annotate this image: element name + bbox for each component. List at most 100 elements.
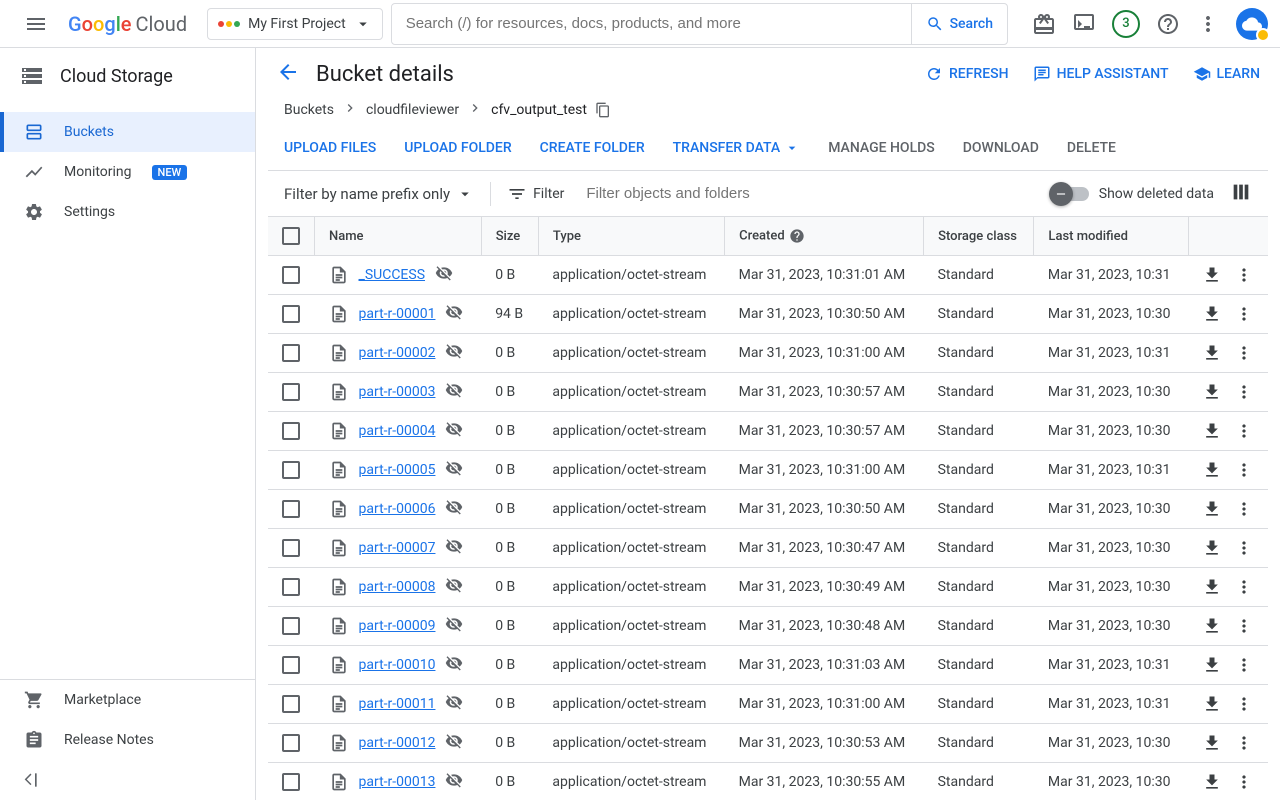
download-icon[interactable]	[1202, 616, 1222, 636]
column-display-button[interactable]	[1230, 181, 1252, 207]
filter-icon[interactable]: Filter	[507, 184, 564, 204]
col-size[interactable]: Size	[481, 217, 538, 256]
row-menu-icon[interactable]	[1234, 460, 1254, 480]
upload-files-button[interactable]: UPLOAD FILES	[284, 140, 376, 156]
object-link[interactable]: part-r-00002	[359, 345, 436, 361]
object-link[interactable]: part-r-00006	[359, 501, 436, 517]
row-menu-icon[interactable]	[1234, 538, 1254, 558]
visibility-off-icon[interactable]	[445, 615, 463, 637]
row-checkbox[interactable]	[282, 461, 300, 479]
refresh-button[interactable]: REFRESH	[925, 65, 1009, 83]
sidebar-item-monitoring[interactable]: MonitoringNEW	[0, 152, 255, 192]
gift-icon[interactable]	[1032, 12, 1056, 36]
visibility-off-icon[interactable]	[445, 693, 463, 715]
row-checkbox[interactable]	[282, 383, 300, 401]
row-checkbox[interactable]	[282, 305, 300, 323]
overflow-menu-icon[interactable]	[1196, 12, 1220, 36]
row-checkbox[interactable]	[282, 617, 300, 635]
upload-folder-button[interactable]: UPLOAD FOLDER	[404, 140, 511, 156]
visibility-off-icon[interactable]	[445, 303, 463, 325]
help-assistant-button[interactable]: HELP ASSISTANT	[1033, 65, 1169, 83]
col-created[interactable]: Created	[725, 217, 924, 256]
transfer-data-button[interactable]: TRANSFER DATA	[673, 140, 801, 156]
download-icon[interactable]	[1202, 265, 1222, 285]
visibility-off-icon[interactable]	[445, 654, 463, 676]
col-last-modified[interactable]: Last modified	[1034, 217, 1188, 256]
visibility-off-icon[interactable]	[435, 264, 453, 286]
visibility-off-icon[interactable]	[445, 576, 463, 598]
manage-holds-button[interactable]: MANAGE HOLDS	[828, 140, 935, 156]
download-icon[interactable]	[1202, 772, 1222, 792]
download-icon[interactable]	[1202, 343, 1222, 363]
row-checkbox[interactable]	[282, 500, 300, 518]
object-link[interactable]: part-r-00008	[359, 579, 436, 595]
visibility-off-icon[interactable]	[445, 459, 463, 481]
object-link[interactable]: part-r-00009	[359, 618, 436, 634]
col-name[interactable]: Name	[315, 217, 482, 256]
object-link[interactable]: part-r-00003	[359, 384, 436, 400]
visibility-off-icon[interactable]	[445, 732, 463, 754]
object-link[interactable]: part-r-00005	[359, 462, 436, 478]
google-cloud-logo[interactable]: Google Cloud	[68, 12, 187, 36]
sidebar-footer-marketplace[interactable]: Marketplace	[0, 680, 255, 720]
breadcrumb-bucket[interactable]: cloudfileviewer	[366, 102, 459, 118]
visibility-off-icon[interactable]	[445, 498, 463, 520]
download-icon[interactable]	[1202, 655, 1222, 675]
notifications-badge[interactable]: 3	[1112, 10, 1140, 38]
row-menu-icon[interactable]	[1234, 694, 1254, 714]
copy-path-icon[interactable]	[595, 102, 611, 118]
object-link[interactable]: part-r-00010	[359, 657, 436, 673]
visibility-off-icon[interactable]	[445, 381, 463, 403]
object-link[interactable]: part-r-00007	[359, 540, 436, 556]
row-checkbox[interactable]	[282, 578, 300, 596]
row-menu-icon[interactable]	[1234, 343, 1254, 363]
download-icon[interactable]	[1202, 733, 1222, 753]
visibility-off-icon[interactable]	[445, 771, 463, 793]
visibility-off-icon[interactable]	[445, 420, 463, 442]
learn-button[interactable]: LEARN	[1193, 65, 1261, 83]
object-link[interactable]: part-r-00013	[359, 774, 436, 790]
row-checkbox[interactable]	[282, 266, 300, 284]
row-menu-icon[interactable]	[1234, 577, 1254, 597]
visibility-off-icon[interactable]	[445, 537, 463, 559]
search-button[interactable]: Search	[911, 4, 1007, 44]
create-folder-button[interactable]: CREATE FOLDER	[540, 140, 645, 156]
row-checkbox[interactable]	[282, 539, 300, 557]
sidebar-footer-release-notes[interactable]: Release Notes	[0, 720, 255, 760]
row-menu-icon[interactable]	[1234, 499, 1254, 519]
download-icon[interactable]	[1202, 577, 1222, 597]
select-all-checkbox[interactable]	[282, 227, 300, 245]
download-icon[interactable]	[1202, 460, 1222, 480]
filter-prefix-dropdown[interactable]: Filter by name prefix only	[284, 185, 474, 203]
breadcrumb-root[interactable]: Buckets	[284, 102, 334, 118]
download-icon[interactable]	[1202, 421, 1222, 441]
row-menu-icon[interactable]	[1234, 616, 1254, 636]
download-icon[interactable]	[1202, 304, 1222, 324]
download-icon[interactable]	[1202, 538, 1222, 558]
row-menu-icon[interactable]	[1234, 655, 1254, 675]
object-link[interactable]: part-r-00004	[359, 423, 436, 439]
row-menu-icon[interactable]	[1234, 772, 1254, 792]
sidebar-item-buckets[interactable]: Buckets	[0, 112, 255, 152]
main-menu-button[interactable]	[12, 12, 60, 36]
visibility-off-icon[interactable]	[445, 342, 463, 364]
col-storage-class[interactable]: Storage class	[924, 217, 1034, 256]
created-help-icon[interactable]	[789, 228, 805, 244]
account-avatar[interactable]	[1236, 8, 1268, 40]
sidebar-item-settings[interactable]: Settings	[0, 192, 255, 232]
filter-input[interactable]	[580, 179, 1036, 208]
download-button[interactable]: DOWNLOAD	[963, 140, 1039, 156]
col-type[interactable]: Type	[538, 217, 724, 256]
download-icon[interactable]	[1202, 382, 1222, 402]
delete-button[interactable]: DELETE	[1067, 140, 1116, 156]
download-icon[interactable]	[1202, 694, 1222, 714]
row-menu-icon[interactable]	[1234, 265, 1254, 285]
row-checkbox[interactable]	[282, 695, 300, 713]
object-link[interactable]: part-r-00012	[359, 735, 436, 751]
row-checkbox[interactable]	[282, 344, 300, 362]
row-menu-icon[interactable]	[1234, 421, 1254, 441]
row-checkbox[interactable]	[282, 656, 300, 674]
show-deleted-toggle[interactable]	[1053, 187, 1089, 201]
sidebar-collapse-button[interactable]	[0, 760, 255, 800]
row-checkbox[interactable]	[282, 422, 300, 440]
